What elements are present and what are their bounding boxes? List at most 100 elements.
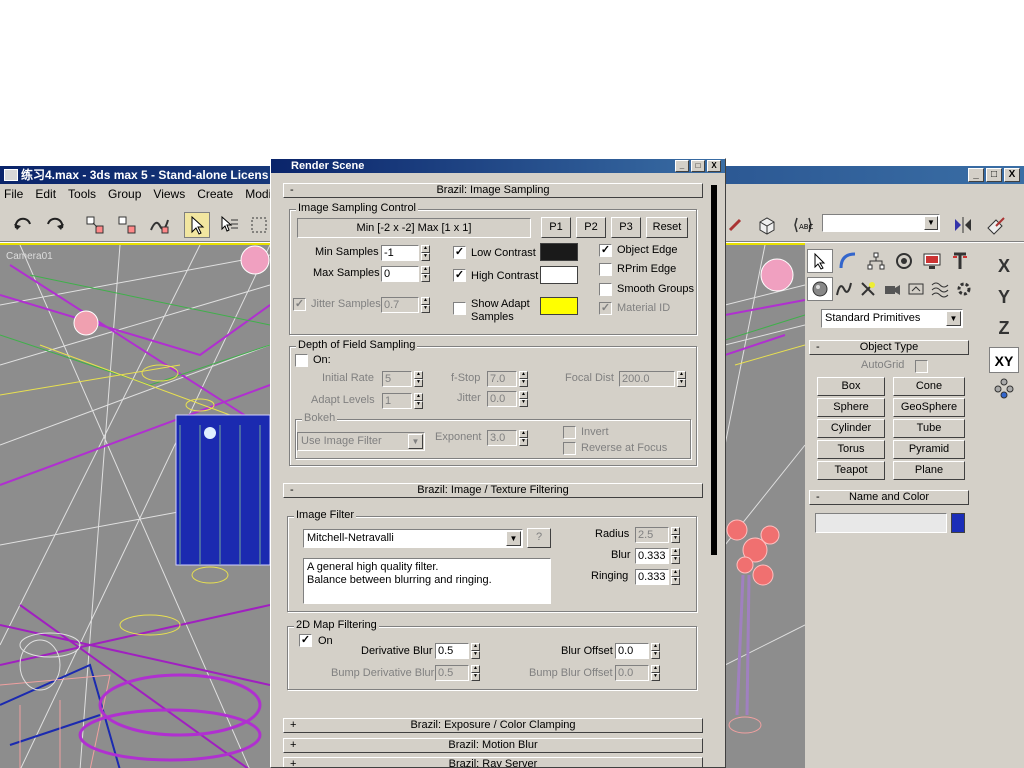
restrict-z-button[interactable]: Z: [989, 315, 1019, 341]
preset-p2-button[interactable]: P2: [576, 217, 606, 238]
utilities-tab-icon[interactable]: [947, 249, 973, 273]
adapt-samples-color-swatch[interactable]: [540, 297, 578, 315]
fstop-field[interactable]: 7.0: [487, 371, 517, 387]
object-color-swatch[interactable]: [951, 513, 965, 533]
menu-create[interactable]: Create: [197, 187, 233, 201]
derivative-blur-field[interactable]: 0.5: [435, 643, 469, 659]
adapt-levels-spinner[interactable]: 1 ▲ ▼: [382, 393, 423, 409]
mirror-icon[interactable]: [950, 212, 976, 238]
menu-tools[interactable]: Tools: [68, 187, 96, 201]
shapes-icon[interactable]: [831, 277, 857, 301]
sphere-button[interactable]: Sphere: [817, 398, 885, 417]
high-contrast-checkbox[interactable]: ✓: [453, 269, 466, 282]
motion-tab-icon[interactable]: [891, 249, 917, 273]
minimize-button[interactable]: _: [968, 168, 984, 182]
systems-icon[interactable]: [951, 277, 977, 301]
map-filtering-on-checkbox[interactable]: ✓: [299, 634, 312, 647]
min-samples-spinner[interactable]: -1 ▲ ▼: [381, 245, 430, 261]
low-contrast-checkbox[interactable]: ✓: [453, 246, 466, 259]
preset-p3-button[interactable]: P3: [611, 217, 641, 238]
display-tab-icon[interactable]: [919, 249, 945, 273]
filter-help-button[interactable]: ?: [527, 528, 551, 548]
dof-jitter-spinner[interactable]: 0.0 ▲ ▼: [487, 391, 528, 407]
blur-field[interactable]: 0.333: [635, 548, 669, 564]
named-selection-dropdown[interactable]: ▼: [822, 214, 940, 232]
initial-rate-spinner[interactable]: 5 ▲ ▼: [382, 371, 423, 387]
dialog-minimize-button[interactable]: _: [675, 160, 689, 172]
low-contrast-color-swatch[interactable]: [540, 243, 578, 261]
helpers-icon[interactable]: [903, 277, 929, 301]
menu-file[interactable]: File: [4, 187, 23, 201]
reverse-at-focus-checkbox[interactable]: [563, 442, 576, 455]
focal-dist-spinner[interactable]: 200.0 ▲ ▼: [619, 371, 686, 387]
align-icon[interactable]: [982, 212, 1008, 238]
menu-views[interactable]: Views: [153, 187, 185, 201]
box-button[interactable]: Box: [817, 377, 885, 396]
derivative-blur-spinner[interactable]: 0.5 ▲ ▼: [435, 643, 480, 659]
autogrid-checkbox[interactable]: [915, 360, 928, 373]
lights-icon[interactable]: [855, 277, 881, 301]
blur-offset-spinner[interactable]: 0.0 ▲ ▼: [615, 643, 660, 659]
menu-group[interactable]: Group: [108, 187, 141, 201]
focal-dist-field[interactable]: 200.0: [619, 371, 675, 387]
plane-button[interactable]: Plane: [893, 461, 965, 480]
jitter-samples-spinner[interactable]: 0.7 ▲ ▼: [381, 297, 430, 313]
show-adapt-samples-checkbox[interactable]: [453, 302, 466, 315]
teapot-button[interactable]: Teapot: [817, 461, 885, 480]
exposure-color-clamping-rollout[interactable]: + Brazil: Exposure / Color Clamping: [283, 718, 703, 733]
menu-edit[interactable]: Edit: [35, 187, 56, 201]
cameras-icon[interactable]: [879, 277, 905, 301]
radius-spinner[interactable]: 2.5 ▲ ▼: [635, 527, 680, 543]
right-viewport[interactable]: [725, 243, 805, 768]
min-samples-field[interactable]: -1: [381, 245, 419, 261]
radius-field[interactable]: 2.5: [635, 527, 669, 543]
undo-icon[interactable]: [10, 212, 36, 238]
restrict-x-button[interactable]: X: [989, 253, 1019, 279]
dof-on-checkbox[interactable]: [295, 354, 308, 367]
bump-blur-offset-field[interactable]: 0.0: [615, 665, 649, 681]
region-select-icon[interactable]: [246, 212, 272, 238]
rprim-edge-checkbox[interactable]: [599, 263, 612, 276]
restrict-y-button[interactable]: Y: [989, 284, 1019, 310]
maximize-button[interactable]: □: [986, 168, 1002, 182]
select-object-icon[interactable]: [184, 212, 210, 238]
create-tab-icon[interactable]: [807, 249, 833, 273]
name-and-color-rollout[interactable]: - Name and Color: [809, 490, 969, 505]
restrict-xy-button[interactable]: XY: [989, 347, 1019, 373]
jitter-samples-field[interactable]: 0.7: [381, 297, 419, 313]
blur-offset-field[interactable]: 0.0: [615, 643, 649, 659]
ringing-field[interactable]: 0.333: [635, 569, 669, 585]
fstop-spinner[interactable]: 7.0 ▲ ▼: [487, 371, 528, 387]
max-samples-field[interactable]: 0: [381, 266, 419, 282]
bump-derivative-blur-spinner[interactable]: 0.5 ▲ ▼: [435, 665, 480, 681]
cone-button[interactable]: Cone: [893, 377, 965, 396]
initial-rate-field[interactable]: 5: [382, 371, 412, 387]
image-sampling-rollout[interactable]: - Brazil: Image Sampling: [283, 183, 703, 198]
geosphere-button[interactable]: GeoSphere: [893, 398, 965, 417]
object-type-rollout[interactable]: - Object Type: [809, 340, 969, 355]
smooth-groups-checkbox[interactable]: [599, 283, 612, 296]
material-id-checkbox[interactable]: ✓: [599, 302, 612, 315]
pyramid-button[interactable]: Pyramid: [893, 440, 965, 459]
adapt-levels-field[interactable]: 1: [382, 393, 412, 409]
invert-checkbox[interactable]: [563, 426, 576, 439]
image-texture-filtering-rollout[interactable]: - Brazil: Image / Texture Filtering: [283, 483, 703, 498]
torus-button[interactable]: Torus: [817, 440, 885, 459]
blur-spinner[interactable]: 0.333 ▲ ▼: [635, 548, 680, 564]
dof-jitter-field[interactable]: 0.0: [487, 391, 517, 407]
cylinder-button[interactable]: Cylinder: [817, 419, 885, 438]
select-and-link-icon[interactable]: [82, 212, 108, 238]
scrollbar-thumb[interactable]: [711, 185, 717, 555]
redo-icon[interactable]: [42, 212, 68, 238]
bump-blur-offset-spinner[interactable]: 0.0 ▲ ▼: [615, 665, 660, 681]
ray-server-rollout[interactable]: + Brazil: Ray Server: [283, 757, 703, 767]
dialog-maximize-button[interactable]: □: [691, 160, 705, 172]
bump-derivative-blur-field[interactable]: 0.5: [435, 665, 469, 681]
hierarchy-tab-icon[interactable]: [863, 249, 889, 273]
viewport-label[interactable]: Camera01: [6, 251, 53, 262]
geometry-icon[interactable]: [807, 277, 833, 301]
close-button[interactable]: X: [1004, 168, 1020, 182]
object-name-input[interactable]: [815, 513, 947, 533]
ringing-spinner[interactable]: 0.333 ▲ ▼: [635, 569, 680, 585]
render-teapot-icon[interactable]: [754, 212, 780, 238]
